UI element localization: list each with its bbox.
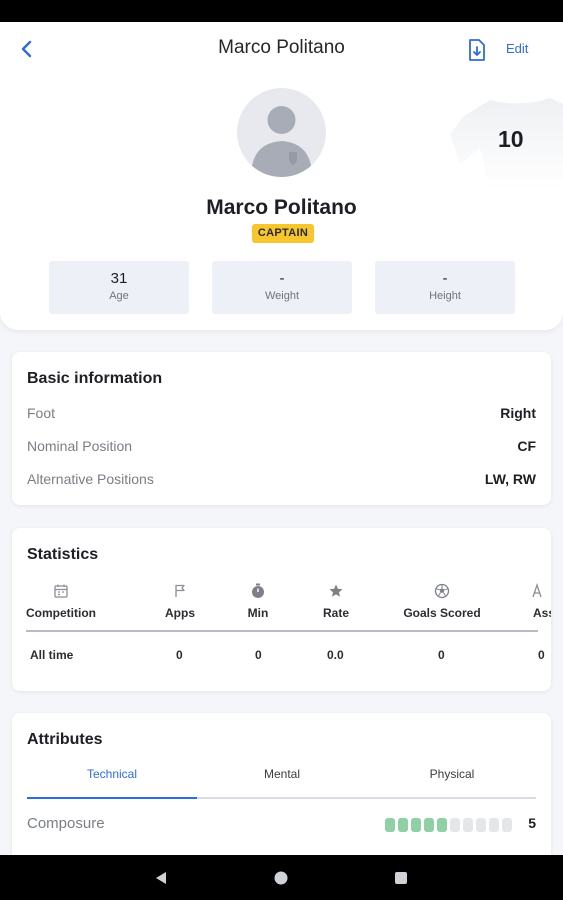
rating-dot: [398, 818, 408, 832]
attribute-rating-bar: [385, 818, 512, 832]
cell-rate: 0.0: [327, 648, 344, 662]
rating-dot: [437, 818, 447, 832]
attributes-card: Attributes Technical Mental Physical Com…: [12, 713, 551, 873]
avatar[interactable]: [237, 88, 326, 177]
column-header-goals-scored[interactable]: Goals Scored: [396, 582, 488, 620]
active-tab-indicator: [27, 797, 197, 799]
export-button[interactable]: [466, 38, 488, 62]
stat-age: 31 Age: [49, 261, 189, 314]
info-value: CF: [517, 438, 536, 454]
nav-recents-icon[interactable]: [392, 869, 410, 887]
rating-dot: [424, 818, 434, 832]
info-row-alternative-positions: Alternative Positions LW, RW: [27, 471, 536, 491]
stat-height-label: Height: [429, 290, 461, 302]
attributes-title: Attributes: [27, 731, 103, 748]
stat-weight-value: -: [279, 270, 285, 287]
attribute-label: Composure: [27, 815, 105, 832]
stat-weight: - Weight: [212, 261, 352, 314]
file-download-icon: [469, 39, 485, 61]
attributes-tabs: Technical Mental Physical: [27, 765, 536, 799]
soccer-ball-icon: [434, 583, 450, 599]
statistics-table[interactable]: Competition Apps Min Rate Goals Scored A…: [26, 582, 551, 682]
nav-home-icon[interactable]: [272, 869, 290, 887]
info-label: Alternative Positions: [27, 471, 154, 487]
cell-assists: 0: [538, 648, 545, 662]
rating-dot: [489, 818, 499, 832]
person-placeholder-icon: [251, 106, 312, 177]
player-header-card: Marco Politano Edit 10 Marco Politano CA…: [0, 22, 563, 330]
info-row-nominal-position: Nominal Position CF: [27, 438, 536, 458]
info-value: Right: [500, 405, 536, 421]
column-header-apps[interactable]: Apps: [156, 582, 204, 620]
cell-apps: 0: [176, 648, 183, 662]
statistics-title: Statistics: [27, 546, 99, 563]
column-label: Min: [247, 606, 269, 620]
info-value: LW, RW: [484, 471, 536, 487]
rating-dot: [502, 818, 512, 832]
tab-physical[interactable]: Physical: [367, 767, 537, 781]
calendar-icon: [54, 584, 68, 598]
column-label: Apps: [165, 606, 195, 620]
star-icon: [329, 584, 343, 597]
edit-button[interactable]: Edit: [506, 41, 528, 56]
stopwatch-icon: [252, 583, 264, 598]
rating-dot: [411, 818, 421, 832]
tab-technical[interactable]: Technical: [27, 767, 197, 781]
cell-min: 0: [255, 648, 262, 662]
stat-age-label: Age: [109, 290, 129, 302]
cell-goals-scored: 0: [438, 648, 445, 662]
attribute-row-composure[interactable]: Composure 5: [27, 815, 536, 835]
jersey-number: 10: [498, 126, 524, 152]
captain-badge: CAPTAIN: [252, 224, 314, 243]
column-header-assists[interactable]: Assis: [532, 582, 551, 620]
column-header-competition[interactable]: Competition: [26, 582, 96, 620]
status-bar: [0, 0, 563, 22]
tab-mental[interactable]: Mental: [197, 767, 367, 781]
table-header-divider: [26, 630, 538, 632]
column-label: Goals Scored: [403, 606, 481, 620]
stat-weight-label: Weight: [264, 290, 300, 302]
cell-competition: All time: [30, 648, 74, 662]
rating-dot: [463, 818, 473, 832]
column-header-rate[interactable]: Rate: [316, 582, 356, 620]
stat-height: - Height: [375, 261, 515, 314]
assist-icon: [532, 582, 542, 598]
info-row-foot: Foot Right: [27, 405, 536, 425]
column-label: Rate: [322, 606, 349, 620]
statistics-card: Statistics Competition Apps Min Rate Goa…: [12, 528, 551, 691]
basic-information-title: Basic information: [27, 370, 163, 387]
rating-dot: [450, 818, 460, 832]
system-navigation-bar: [0, 855, 563, 900]
info-label: Foot: [27, 405, 56, 421]
column-label: Competition: [26, 606, 96, 620]
stat-height-value: -: [442, 270, 448, 287]
nav-back-icon[interactable]: [152, 869, 170, 887]
info-label: Nominal Position: [27, 438, 133, 454]
stat-age-value: 31: [110, 270, 128, 287]
rating-dot: [476, 818, 486, 832]
column-label: Assis: [533, 606, 551, 620]
rating-dot: [385, 818, 395, 832]
attribute-value: 5: [528, 815, 536, 831]
flag-icon: [175, 584, 185, 597]
column-header-min[interactable]: Min: [238, 582, 278, 620]
basic-information-card: Basic information Foot Right Nominal Pos…: [12, 352, 551, 505]
player-name: Marco Politano: [206, 196, 357, 219]
